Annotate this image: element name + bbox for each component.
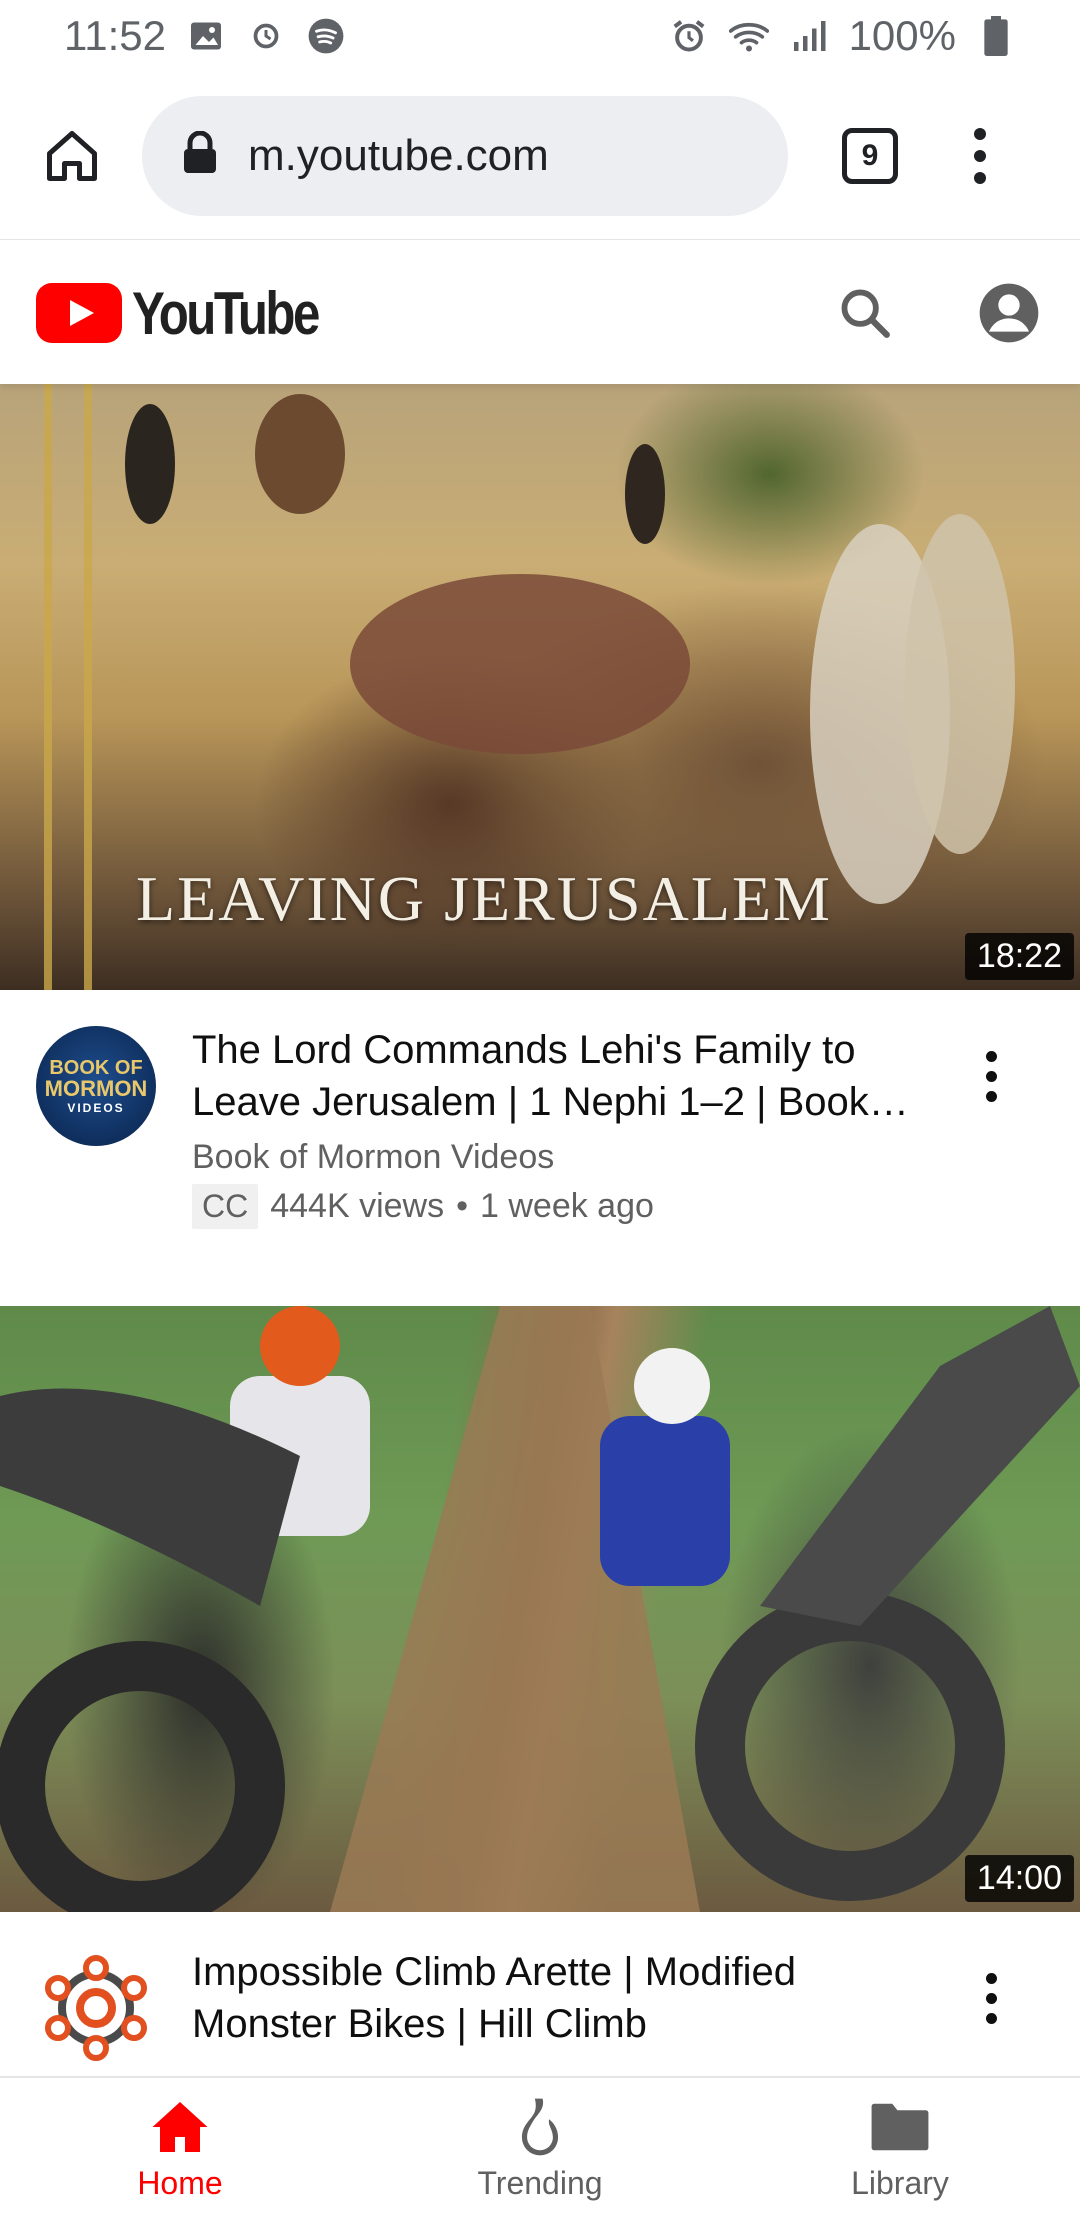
view-count: 444K views bbox=[270, 1187, 445, 1225]
avatar-text-line2: MORMON bbox=[44, 1076, 148, 1101]
video-duration: 18:22 bbox=[964, 933, 1074, 980]
status-left: 11:52 bbox=[64, 12, 346, 60]
bottom-navigation: Home Trending Library bbox=[0, 2076, 1080, 2220]
video-details[interactable]: Impossible Climb Arette | Modified Monst… bbox=[0, 1912, 1080, 2076]
folder-icon bbox=[868, 2097, 932, 2157]
browser-home-button[interactable] bbox=[30, 114, 114, 198]
alarm-icon bbox=[669, 16, 709, 56]
video-title-line2: Monster Bikes | Hill Climb bbox=[192, 2002, 647, 2046]
battery-icon bbox=[976, 16, 1016, 56]
video-title[interactable]: Impossible Climb Arette | Modified Monst… bbox=[192, 1946, 932, 2050]
battery-percent: 100% bbox=[848, 12, 956, 59]
youtube-header: YouTube bbox=[0, 242, 1080, 384]
search-button[interactable] bbox=[830, 278, 900, 348]
browser-toolbar: m.youtube.com 9 bbox=[0, 72, 1080, 240]
youtube-logo[interactable]: YouTube bbox=[36, 279, 359, 348]
spotify-icon bbox=[306, 16, 346, 56]
image-icon bbox=[186, 16, 226, 56]
video-thumbnail[interactable]: 14:00 bbox=[0, 1306, 1080, 1912]
home-icon bbox=[148, 2097, 212, 2157]
avatar-text-line3: VIDEOS bbox=[67, 1101, 125, 1115]
tab-switcher-button[interactable]: 9 bbox=[842, 127, 898, 184]
upload-age: 1 week ago bbox=[480, 1187, 654, 1225]
home-icon bbox=[47, 130, 97, 181]
channel-avatar[interactable] bbox=[36, 1948, 156, 2068]
avatar-text-line1: BOOK OF bbox=[49, 1057, 143, 1079]
video-duration: 14:00 bbox=[964, 1855, 1074, 1902]
thumbnail-title: LEAVING JERUSALEM bbox=[136, 863, 832, 934]
youtube-play-icon bbox=[36, 283, 122, 343]
cc-badge: CC bbox=[192, 1184, 259, 1229]
browser-menu-button[interactable] bbox=[960, 114, 1000, 198]
status-time: 11:52 bbox=[64, 12, 166, 59]
more-options-button[interactable] bbox=[966, 1958, 1016, 2038]
account-button[interactable] bbox=[974, 278, 1044, 348]
nav-library-label: Library bbox=[851, 2164, 949, 2201]
video-thumbnail[interactable]: LEAVING JERUSALEM 18:22 bbox=[0, 384, 1080, 990]
youtube-logo-text: YouTube bbox=[132, 279, 320, 347]
nav-library[interactable]: Library bbox=[720, 2078, 1080, 2220]
video-details[interactable]: BOOK OF MORMON VIDEOS The Lord Commands … bbox=[0, 990, 1080, 1306]
video-meta: CC 444K views • 1 week ago bbox=[192, 1184, 654, 1229]
search-icon bbox=[841, 289, 890, 338]
chain-logo-icon bbox=[45, 1955, 147, 2061]
lock-icon bbox=[182, 130, 218, 180]
video-title-line2: Leave Jerusalem | 1 Nephi 1–2 | Book… bbox=[192, 1080, 909, 1124]
fire-icon bbox=[508, 2097, 572, 2157]
nav-home-label: Home bbox=[137, 2164, 223, 2201]
status-bar: 11:52 100% bbox=[0, 0, 1080, 72]
video-title[interactable]: The Lord Commands Lehi's Family to Leave… bbox=[192, 1024, 932, 1128]
wifi-icon bbox=[728, 16, 769, 56]
meta-separator: • bbox=[456, 1187, 468, 1225]
thumbnail-scene bbox=[0, 1306, 1080, 1912]
video-title-line1: The Lord Commands Lehi's Family to bbox=[192, 1028, 856, 1072]
nav-home[interactable]: Home bbox=[0, 2078, 360, 2220]
channel-name: Book of Mormon Videos bbox=[192, 1138, 555, 1176]
nav-trending[interactable]: Trending bbox=[360, 2078, 720, 2220]
nav-trending-label: Trending bbox=[477, 2164, 603, 2201]
channel-avatar[interactable]: BOOK OF MORMON VIDEOS bbox=[36, 1026, 156, 1146]
watch-icon bbox=[246, 16, 286, 56]
signal-icon bbox=[789, 16, 829, 56]
status-right: 100% bbox=[669, 12, 1016, 60]
url-text: m.youtube.com bbox=[248, 130, 549, 180]
video-title-line1: Impossible Climb Arette | Modified bbox=[192, 1950, 796, 1994]
more-options-button[interactable] bbox=[966, 1036, 1016, 1116]
account-icon bbox=[979, 283, 1039, 343]
address-bar[interactable]: m.youtube.com bbox=[142, 95, 788, 216]
